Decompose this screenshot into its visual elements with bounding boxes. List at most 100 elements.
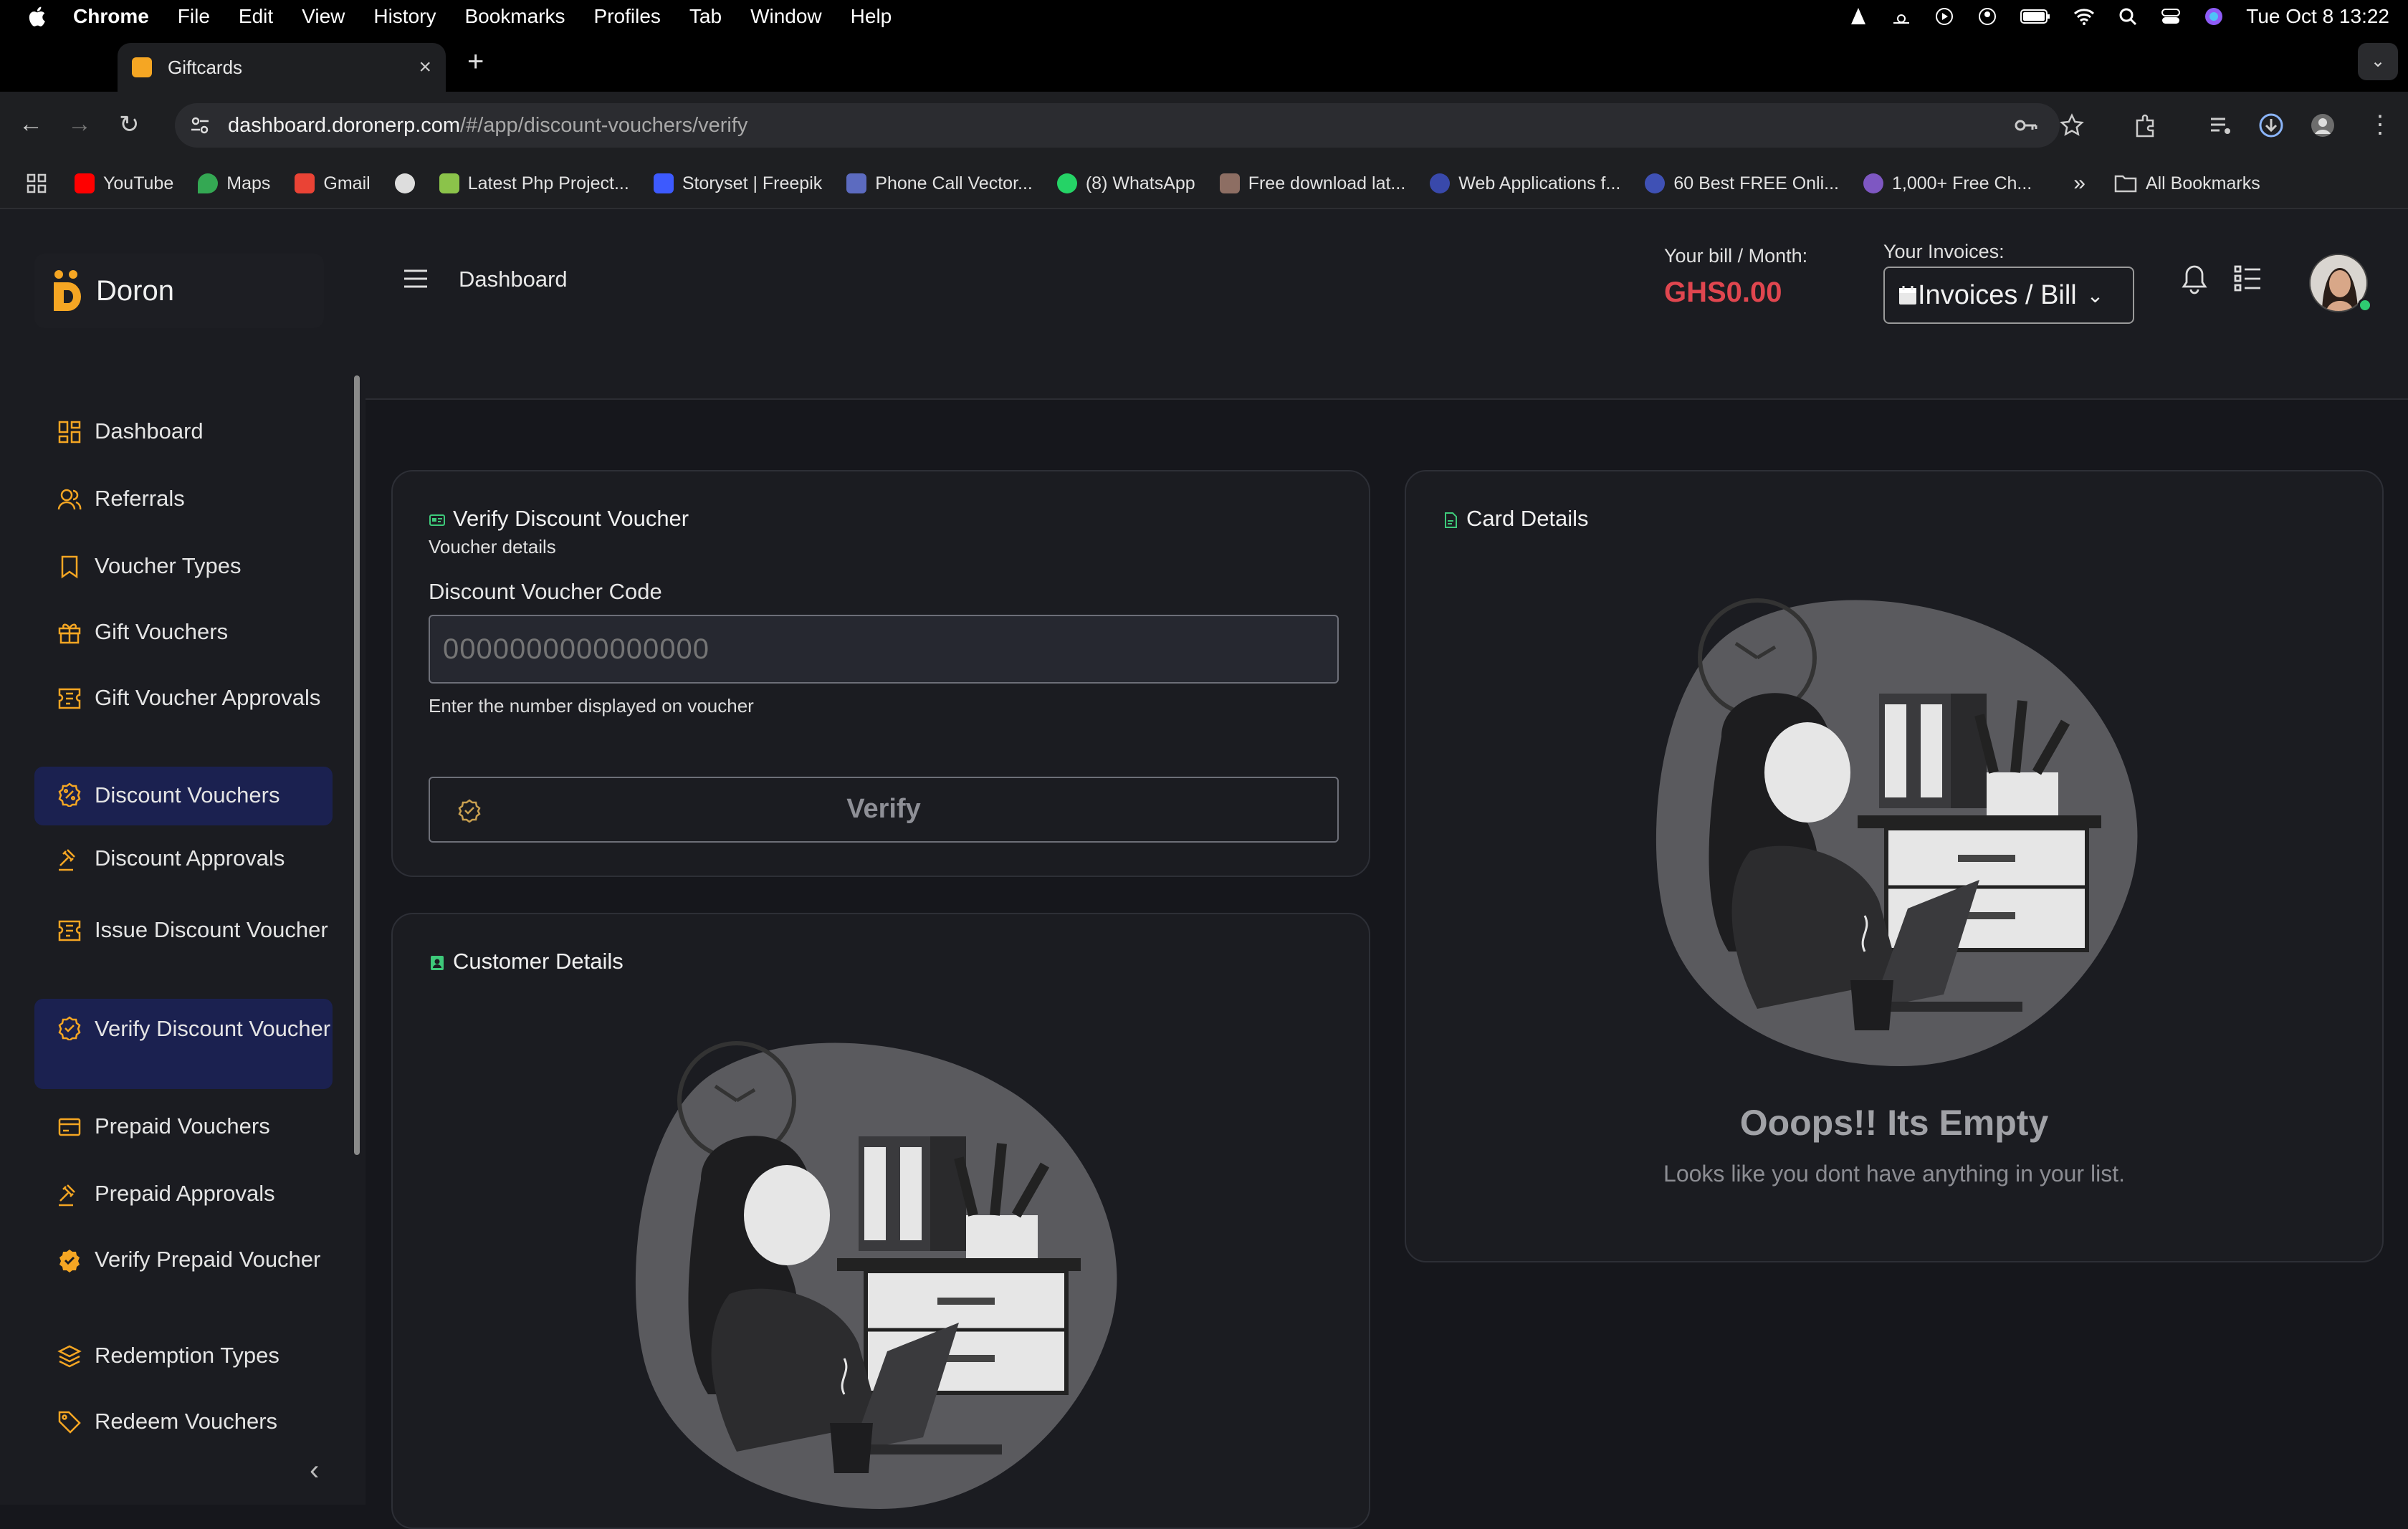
account-icon[interactable] [1977, 6, 1998, 27]
sidebar-item-prepaid-approvals[interactable]: Prepaid Approvals [34, 1179, 333, 1211]
spotlight-icon[interactable] [2117, 6, 2139, 27]
sidebar-item-dashboard[interactable]: Dashboard [34, 417, 333, 449]
more-bookmarks-icon[interactable]: » [2073, 171, 2086, 196]
voucher-code-help: Enter the number displayed on voucher [429, 695, 754, 716]
task-list-icon[interactable] [2233, 264, 2262, 292]
bookmark-globe[interactable] [394, 173, 415, 193]
bookmark-60-best[interactable]: 60 Best FREE Onli... [1645, 173, 1839, 194]
bookmark-phone-call[interactable]: Phone Call Vector... [846, 173, 1033, 194]
bookmark-label: 1,000+ Free Ch... [1891, 173, 2032, 193]
siri-icon[interactable] [2203, 6, 2225, 27]
sidebar-item-redeem-vouchers[interactable]: Redeem Vouchers [34, 1407, 333, 1439]
sidebar-item-gift-voucher-approvals[interactable]: Gift Voucher Approvals [34, 684, 333, 744]
collapse-sidebar-icon[interactable]: ‹ [310, 1454, 319, 1487]
bookmark-storyset[interactable]: Storyset | Freepik [653, 173, 822, 194]
sidebar-item-redemption-types[interactable]: Redemption Types [34, 1341, 333, 1373]
menu-toggle-icon[interactable] [403, 268, 429, 289]
downloads-icon[interactable] [2258, 112, 2285, 139]
address-bar[interactable]: dashboard.doronerp.com/#/app/discount-vo… [175, 103, 2060, 148]
youtube-icon [75, 173, 95, 193]
sidebar-item-issue-discount-voucher[interactable]: Issue Discount Voucher [34, 916, 333, 976]
discount-icon [58, 782, 81, 807]
chrome-menu-icon[interactable]: ⋮ [2368, 110, 2392, 139]
system-menu-bar: Chrome File Edit View History Bookmarks … [0, 0, 2408, 33]
reload-icon[interactable]: ↻ [119, 110, 140, 139]
menu-bookmarks[interactable]: Bookmarks [464, 5, 565, 28]
vlc-icon[interactable] [1848, 6, 1869, 27]
ticket-icon [58, 688, 81, 709]
sidebar-item-discount-approvals[interactable]: Discount Approvals [34, 844, 333, 876]
calendar-icon [1899, 286, 1916, 305]
bookmark-whatsapp[interactable]: (8) WhatsApp [1056, 173, 1195, 194]
back-icon[interactable]: ← [19, 110, 43, 138]
card-details-title: Card Details [1466, 506, 1589, 531]
bookmark-web-apps[interactable]: Web Applications f... [1430, 173, 1620, 194]
sidebar-item-voucher-types[interactable]: Voucher Types [34, 552, 333, 583]
wifi-icon[interactable] [2073, 6, 2096, 27]
apps-grid-icon[interactable] [26, 173, 47, 194]
media-controls-icon[interactable] [2207, 112, 2235, 139]
battery-icon[interactable] [2020, 6, 2051, 27]
bell-icon[interactable] [2180, 264, 2209, 295]
empty-state-illustration [1656, 598, 2138, 1066]
all-bookmarks[interactable]: All Bookmarks [2114, 173, 2260, 194]
sidebar-scrollbar[interactable] [354, 375, 360, 1155]
profile-icon[interactable] [2309, 112, 2336, 139]
whatsapp-icon [1056, 173, 1077, 193]
menu-edit[interactable]: Edit [239, 5, 273, 28]
menu-tab[interactable]: Tab [689, 5, 722, 28]
menu-help[interactable]: Help [851, 5, 892, 28]
site-settings-icon[interactable] [189, 115, 211, 136]
verify-card-subtitle: Voucher details [429, 536, 556, 557]
bookmarks-bar: YouTube Maps Gmail Latest Php Project...… [0, 159, 2408, 209]
sidebar-item-referrals[interactable]: Referrals [34, 484, 333, 516]
tab-search-icon[interactable]: ⌄ [2358, 43, 2398, 80]
control-center-icon[interactable] [2160, 6, 2182, 27]
bookmark-1000-free[interactable]: 1,000+ Free Ch... [1863, 173, 2032, 194]
menu-window[interactable]: Window [750, 5, 822, 28]
invoices-dropdown[interactable]: Invoices / Bill ⌄ [1883, 267, 2134, 324]
sidebar-item-discount-vouchers[interactable]: Discount Vouchers [34, 767, 333, 825]
brand-name: Doron [96, 274, 174, 307]
doron-logo-icon [54, 270, 81, 311]
sidebar-item-prepaid-vouchers[interactable]: Prepaid Vouchers [34, 1112, 333, 1144]
bookmark-gmail[interactable]: Gmail [295, 173, 371, 194]
folder-icon [2114, 175, 2137, 193]
verify-button[interactable]: Verify [429, 777, 1339, 843]
bookmark-youtube[interactable]: YouTube [75, 173, 173, 194]
menu-profiles[interactable]: Profiles [594, 5, 661, 28]
extensions-icon[interactable] [2131, 112, 2159, 139]
bookmark-label: YouTube [103, 173, 174, 193]
tab-giftcards[interactable]: Giftcards × [118, 43, 446, 92]
sidebar-item-verify-discount-voucher[interactable]: Verify Discount Voucher [34, 999, 333, 1089]
sidebar-item-label: Dashboard [95, 418, 204, 444]
bookmark-label: Gmail [323, 173, 371, 193]
clock[interactable]: Tue Oct 8 13:22 [2246, 5, 2389, 28]
bookmark-maps[interactable]: Maps [198, 173, 270, 194]
brightness-icon[interactable] [1891, 6, 1912, 27]
menu-history[interactable]: History [373, 5, 436, 28]
breadcrumb[interactable]: Dashboard [459, 267, 568, 292]
bookmark-label: 60 Best FREE Onli... [1673, 173, 1839, 193]
play-icon[interactable] [1934, 6, 1955, 27]
voucher-code-input[interactable] [429, 615, 1339, 684]
close-tab-icon[interactable]: × [419, 55, 431, 80]
bookmark-star-icon[interactable] [2058, 112, 2086, 139]
vector-site-icon [846, 173, 867, 193]
new-tab-icon[interactable]: + [467, 46, 484, 78]
bookmark-free-download[interactable]: Free download lat... [1219, 173, 1406, 194]
password-key-icon[interactable] [2012, 112, 2040, 139]
bookmark-php-projects[interactable]: Latest Php Project... [439, 173, 629, 194]
top-bar: Dashboard Your bill / Month: GHS0.00 You… [366, 209, 2408, 400]
sidebar-item-label: Gift Vouchers [95, 619, 229, 644]
voucher-card-icon [429, 514, 445, 526]
apple-icon[interactable] [27, 5, 49, 28]
bookmark-label: Free download lat... [1248, 173, 1406, 193]
app-menu[interactable]: Chrome [73, 5, 149, 28]
sidebar-item-gift-vouchers[interactable]: Gift Vouchers [34, 618, 333, 649]
brand-logo[interactable]: Doron [34, 254, 324, 328]
sidebar-item-verify-prepaid-voucher[interactable]: Verify Prepaid Voucher [34, 1245, 333, 1305]
menu-file[interactable]: File [178, 5, 210, 28]
forward-icon[interactable]: → [67, 110, 92, 138]
menu-view[interactable]: View [302, 5, 345, 28]
